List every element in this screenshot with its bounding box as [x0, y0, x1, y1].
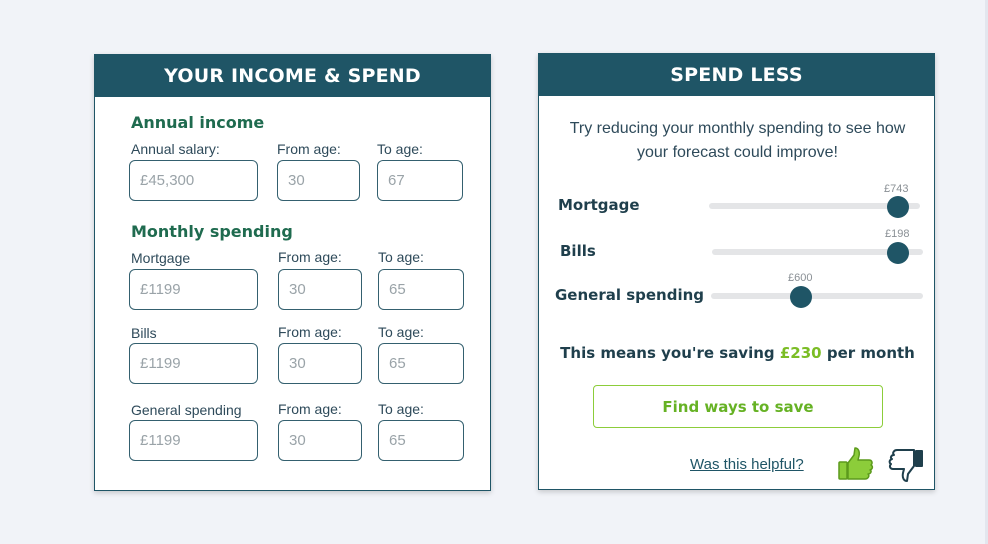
- salary-to-age-label: To age:: [377, 141, 423, 157]
- saving-prefix: This means you're saving: [560, 344, 780, 362]
- mortgage-to-age-label: To age:: [378, 249, 424, 265]
- bills-slider-value: £198: [885, 228, 910, 240]
- general-from-age-label: From age:: [278, 401, 342, 417]
- mortgage-from-age-label: From age:: [278, 249, 342, 265]
- general-spending-input[interactable]: £1199: [129, 420, 258, 461]
- was-this-helpful-link[interactable]: Was this helpful?: [690, 456, 804, 473]
- saving-summary: This means you're saving £230 per month: [539, 344, 936, 362]
- general-to-age-label: To age:: [378, 401, 424, 417]
- spend-card-title: SPEND LESS: [539, 54, 934, 96]
- mortgage-slider-value: £743: [884, 183, 909, 195]
- general-from-age-input[interactable]: 30: [278, 420, 362, 461]
- bills-to-age-input[interactable]: 65: [378, 343, 464, 384]
- general-spending-slider-thumb[interactable]: [790, 286, 812, 308]
- mortgage-slider-label: Mortgage: [558, 196, 640, 214]
- bills-slider-label: Bills: [560, 242, 596, 260]
- mortgage-input[interactable]: £1199: [129, 269, 258, 310]
- annual-salary-input[interactable]: £45,300: [129, 160, 258, 201]
- monthly-spending-title: Monthly spending: [131, 222, 293, 241]
- salary-from-age-label: From age:: [277, 141, 341, 157]
- general-spending-label: General spending: [131, 402, 242, 418]
- mortgage-label: Mortgage: [131, 250, 191, 266]
- bills-from-age-input[interactable]: 30: [278, 343, 362, 384]
- saving-suffix: per month: [821, 344, 915, 362]
- salary-to-age-input[interactable]: 67: [377, 160, 463, 201]
- find-ways-to-save-button[interactable]: Find ways to save: [593, 385, 883, 428]
- annual-salary-label: Annual salary:: [131, 141, 220, 157]
- saving-amount: £230: [779, 344, 822, 362]
- bills-slider-thumb[interactable]: [887, 242, 909, 264]
- mortgage-from-age-input[interactable]: 30: [278, 269, 362, 310]
- general-spending-slider-label: General spending: [555, 286, 705, 304]
- spend-intro-text: Try reducing your monthly spending to se…: [569, 120, 906, 161]
- thumbs-down-icon[interactable]: [887, 447, 925, 485]
- income-spend-card: YOUR INCOME & SPEND Annual income Annual…: [94, 54, 491, 491]
- bills-label: Bills: [131, 325, 157, 341]
- general-spending-slider-value: £600: [788, 272, 813, 284]
- bills-input[interactable]: £1199: [129, 343, 258, 384]
- general-to-age-input[interactable]: 65: [378, 420, 464, 461]
- thumbs-up-icon[interactable]: [837, 445, 875, 483]
- income-card-title: YOUR INCOME & SPEND: [95, 55, 490, 97]
- general-spending-slider-track[interactable]: [711, 293, 923, 299]
- mortgage-to-age-input[interactable]: 65: [378, 269, 464, 310]
- mortgage-slider-thumb[interactable]: [887, 196, 909, 218]
- salary-from-age-input[interactable]: 30: [277, 160, 360, 201]
- annual-income-title: Annual income: [131, 113, 265, 132]
- spend-less-card: SPEND LESS Try reducing your monthly spe…: [538, 53, 935, 490]
- bills-from-age-label: From age:: [278, 324, 342, 340]
- bills-to-age-label: To age:: [378, 324, 424, 340]
